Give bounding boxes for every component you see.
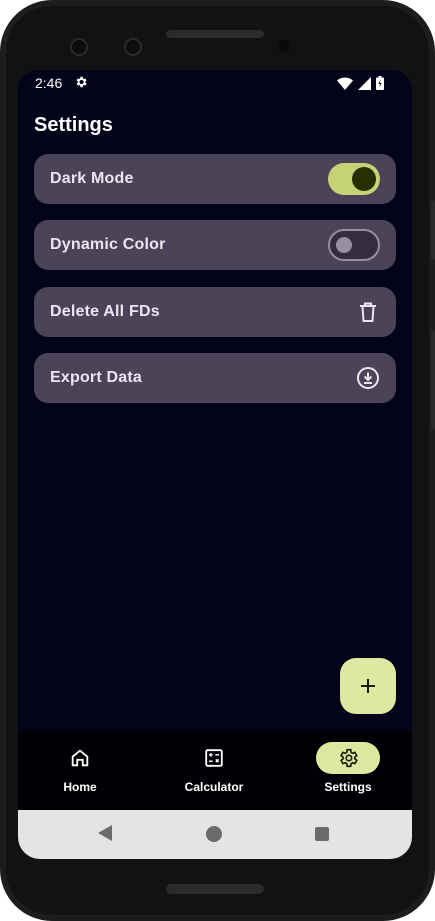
page-title: Settings	[34, 114, 113, 136]
battery-icon	[376, 76, 384, 90]
plus-icon	[361, 679, 375, 693]
setting-label: Dynamic Color	[50, 236, 166, 253]
setting-dynamic-color[interactable]: Dynamic Color	[34, 220, 396, 270]
system-navigation-bar	[18, 810, 412, 859]
bottom-speaker	[166, 884, 264, 894]
download-icon[interactable]	[356, 366, 380, 390]
dynamic-color-toggle[interactable]	[328, 229, 380, 261]
toggle-knob	[336, 237, 352, 253]
signal-icon	[358, 76, 371, 90]
proximity-sensor	[278, 40, 290, 52]
front-camera	[70, 38, 88, 56]
front-camera-secondary	[124, 38, 142, 56]
nav-item-home[interactable]: Home	[20, 732, 140, 810]
nav-label: Home	[63, 780, 97, 794]
nav-label: Calculator	[184, 780, 244, 794]
earpiece-speaker	[166, 30, 264, 38]
setting-export-data[interactable]: Export Data	[34, 353, 396, 403]
bottom-navigation: Home Calculator Settings	[18, 732, 412, 810]
add-fab-button[interactable]	[340, 658, 396, 714]
setting-delete-all-fds[interactable]: Delete All FDs	[34, 287, 396, 337]
recents-square-icon[interactable]	[315, 827, 329, 841]
gear-icon	[339, 748, 358, 768]
power-button[interactable]	[431, 200, 435, 260]
gear-icon	[76, 76, 87, 88]
app-screen: 2:46 Settings Dark Mode Dynamic Color De…	[18, 70, 412, 859]
wifi-icon	[337, 76, 353, 90]
calculator-icon	[205, 749, 223, 767]
dark-mode-toggle[interactable]	[328, 163, 380, 195]
nav-icon-container	[48, 742, 112, 774]
nav-icon-container-active	[316, 742, 380, 774]
setting-dark-mode[interactable]: Dark Mode	[34, 154, 396, 204]
status-time: 2:46	[35, 75, 63, 91]
volume-button[interactable]	[431, 330, 435, 430]
nav-icon-container	[182, 742, 246, 774]
setting-label: Dark Mode	[50, 170, 134, 187]
trash-icon[interactable]	[356, 300, 380, 324]
home-circle-icon[interactable]	[206, 826, 222, 842]
status-icons	[337, 76, 384, 90]
status-bar: 2:46	[18, 70, 412, 96]
phone-frame: 2:46 Settings Dark Mode Dynamic Color De…	[0, 0, 435, 921]
back-icon[interactable]	[98, 825, 112, 841]
nav-item-calculator[interactable]: Calculator	[154, 732, 274, 810]
setting-label: Export Data	[50, 369, 142, 386]
nav-item-settings[interactable]: Settings	[288, 732, 408, 810]
nav-label: Settings	[324, 780, 372, 794]
setting-label: Delete All FDs	[50, 303, 160, 320]
toggle-knob	[352, 167, 376, 191]
home-icon	[71, 749, 89, 767]
